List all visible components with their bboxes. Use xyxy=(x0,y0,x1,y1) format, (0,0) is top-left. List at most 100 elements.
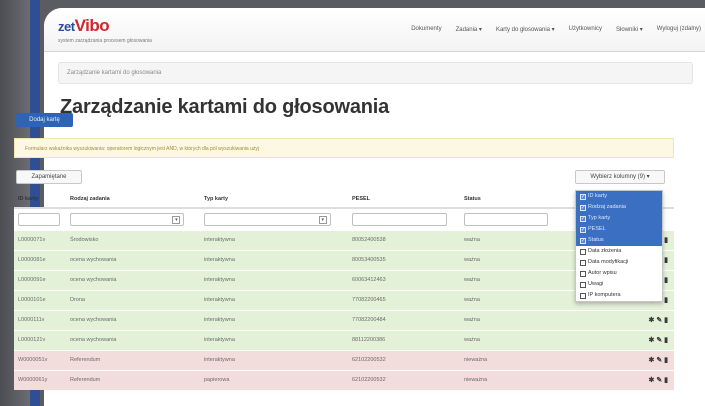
column-option-label: IP komputera xyxy=(588,292,621,298)
table-row[interactable]: L0000111v ocena wychowania interaktywna 770… xyxy=(14,309,674,330)
cell-status: ważna xyxy=(460,249,560,270)
cell-task: Referendum xyxy=(66,369,200,390)
logo-prefix: zet xyxy=(58,19,75,34)
cell-type: interaktywna xyxy=(200,249,348,270)
cell-pesel: 62102200532 xyxy=(348,369,460,390)
column-option[interactable]: ✓ Typ karty xyxy=(576,213,662,224)
column-chooser-menu: ✓ ID karty ✓ Rodzaj zadania ✓ Typ karty ✓ PESEL… xyxy=(575,190,663,302)
top-navbar: zetVibo system zarządzania procesem głos… xyxy=(44,8,705,52)
cell-status: ważna xyxy=(460,309,560,330)
column-option-label: Uwagi xyxy=(588,281,604,287)
cell-type: interaktywna xyxy=(200,349,348,370)
cell-status: ważna xyxy=(460,229,560,250)
cell-id: L0000111v xyxy=(14,309,66,330)
nav-logout[interactable]: Wyloguj (zdalny) xyxy=(657,26,701,33)
nav-documents[interactable]: Dokumenty xyxy=(411,26,441,33)
choose-columns-button[interactable]: Wybierz kolumny (9) ▾ xyxy=(575,170,665,184)
cell-id: L0000081e xyxy=(14,249,66,270)
nav-users[interactable]: Użytkownicy xyxy=(569,26,602,33)
app-logo[interactable]: zetVibo xyxy=(58,16,110,36)
cell-status: ważna xyxy=(460,329,560,350)
cell-task: ocena wychowania xyxy=(66,269,200,290)
col-header-pesel[interactable]: PESEL xyxy=(348,190,460,209)
column-option-label: Typ karty xyxy=(588,215,611,221)
checkbox-icon[interactable] xyxy=(580,292,586,299)
search-hint-alert: Formularz wskaźnika wyszukiwania: operat… xyxy=(14,138,674,158)
cell-task: ocena wychowania xyxy=(66,329,200,350)
checked-box-icon[interactable]: ✓ xyxy=(580,204,586,211)
cell-status: nieważna xyxy=(460,349,560,370)
column-option-label: Data modyfikacji xyxy=(588,259,629,265)
column-option[interactable]: Data złożenia xyxy=(576,246,662,257)
cell-id: W0000051v xyxy=(14,349,66,370)
chevron-down-icon: ▾ xyxy=(172,215,181,224)
main-menu: Dokumenty Zadania ▾ Karty do głosowania … xyxy=(411,26,701,33)
col-header-status[interactable]: Status xyxy=(460,190,560,209)
nav-dictionaries[interactable]: Słowniki ▾ xyxy=(616,26,643,33)
cell-type: interaktywna xyxy=(200,289,348,310)
table-row[interactable]: L0000121v ocena wychowania interaktywna 881… xyxy=(14,329,674,350)
row-actions[interactable]: ✱ ✎ ▮ xyxy=(560,329,674,350)
checked-box-icon[interactable]: ✓ xyxy=(580,226,586,233)
cell-pesel: 88112200386 xyxy=(348,329,460,350)
col-header-type[interactable]: Typ karty xyxy=(200,190,348,209)
cell-pesel: 60063412463 xyxy=(348,269,460,290)
checkbox-icon[interactable] xyxy=(580,248,586,255)
checked-box-icon[interactable]: ✓ xyxy=(580,215,586,222)
column-option-label: Autor wpisu xyxy=(588,270,617,276)
cell-task: ocena wychowania xyxy=(66,249,200,270)
filter-id-input[interactable] xyxy=(18,212,61,226)
nav-tasks[interactable]: Zadania ▾ xyxy=(456,26,482,33)
logo-text: Vibo xyxy=(74,16,110,35)
filter-type-select[interactable]: ▾ xyxy=(204,212,331,226)
cell-id: W0000061y xyxy=(14,369,66,390)
row-actions[interactable]: ✱ ✎ ▮ xyxy=(560,369,674,390)
column-option[interactable]: Autor wpisu xyxy=(576,268,662,279)
cell-status: nieważna xyxy=(460,369,560,390)
checkbox-icon[interactable] xyxy=(580,270,586,277)
column-option-label: Data złożenia xyxy=(588,248,622,254)
add-ballot-button[interactable]: Dodaj kartę xyxy=(16,113,73,127)
checkbox-icon[interactable] xyxy=(580,281,586,288)
column-option[interactable]: IP komputera xyxy=(576,290,662,301)
column-option[interactable]: ✓ Rodzaj zadania xyxy=(576,202,662,213)
table-row[interactable]: W0000051v Referendum interaktywna 621022005… xyxy=(14,349,674,370)
cell-task: Środowisko xyxy=(66,229,200,250)
breadcrumb[interactable]: Zarządzanie kartami do głosowania xyxy=(58,62,693,84)
cell-type: interaktywna xyxy=(200,269,348,290)
cell-type: papierowa xyxy=(200,369,348,390)
checkbox-icon[interactable] xyxy=(580,259,586,266)
column-option[interactable]: ✓ ID karty xyxy=(576,191,662,202)
column-option[interactable]: Data modyfikacji xyxy=(576,257,662,268)
col-header-task[interactable]: Rodzaj zadania xyxy=(66,190,200,209)
chevron-down-icon: ▾ xyxy=(318,215,327,224)
row-actions[interactable]: ✱ ✎ ▮ xyxy=(560,349,674,370)
cell-task: Drona xyxy=(66,289,200,310)
cell-pesel: 77082200484 xyxy=(348,309,460,330)
filter-task-select[interactable]: ▾ xyxy=(70,212,185,226)
cell-id: L0000101e xyxy=(14,289,66,310)
column-option-label: PESEL xyxy=(588,226,606,232)
cell-pesel: 77082200465 xyxy=(348,289,460,310)
checked-box-icon[interactable]: ✓ xyxy=(580,237,586,244)
column-option[interactable]: ✓ Status xyxy=(576,235,662,246)
column-option[interactable]: Uwagi xyxy=(576,279,662,290)
saved-filters-button[interactable]: Zapamiętane xyxy=(16,170,82,184)
cell-id: L0000121v xyxy=(14,329,66,350)
column-option[interactable]: ✓ PESEL xyxy=(576,224,662,235)
cell-type: interaktywna xyxy=(200,309,348,330)
checked-box-icon[interactable]: ✓ xyxy=(580,193,586,200)
cell-pesel: 80053400535 xyxy=(348,249,460,270)
cell-task: ocena wychowania xyxy=(66,309,200,330)
column-option-label: Status xyxy=(588,237,604,243)
table-row[interactable]: W0000061y Referendum papierowa 62102200532 n… xyxy=(14,369,674,390)
page-title: Zarządzanie kartami do głosowania xyxy=(60,96,390,118)
col-header-id[interactable]: ID karty xyxy=(14,190,66,209)
cell-status: ważna xyxy=(460,269,560,290)
row-actions[interactable]: ✱ ✎ ▮ xyxy=(560,309,674,330)
filter-pesel-input[interactable] xyxy=(352,212,448,226)
column-option-label: Rodzaj zadania xyxy=(588,204,626,210)
filter-status-select[interactable] xyxy=(464,212,549,226)
column-option-label: ID karty xyxy=(588,193,607,199)
nav-ballots[interactable]: Karty do głosowania ▾ xyxy=(496,26,555,33)
